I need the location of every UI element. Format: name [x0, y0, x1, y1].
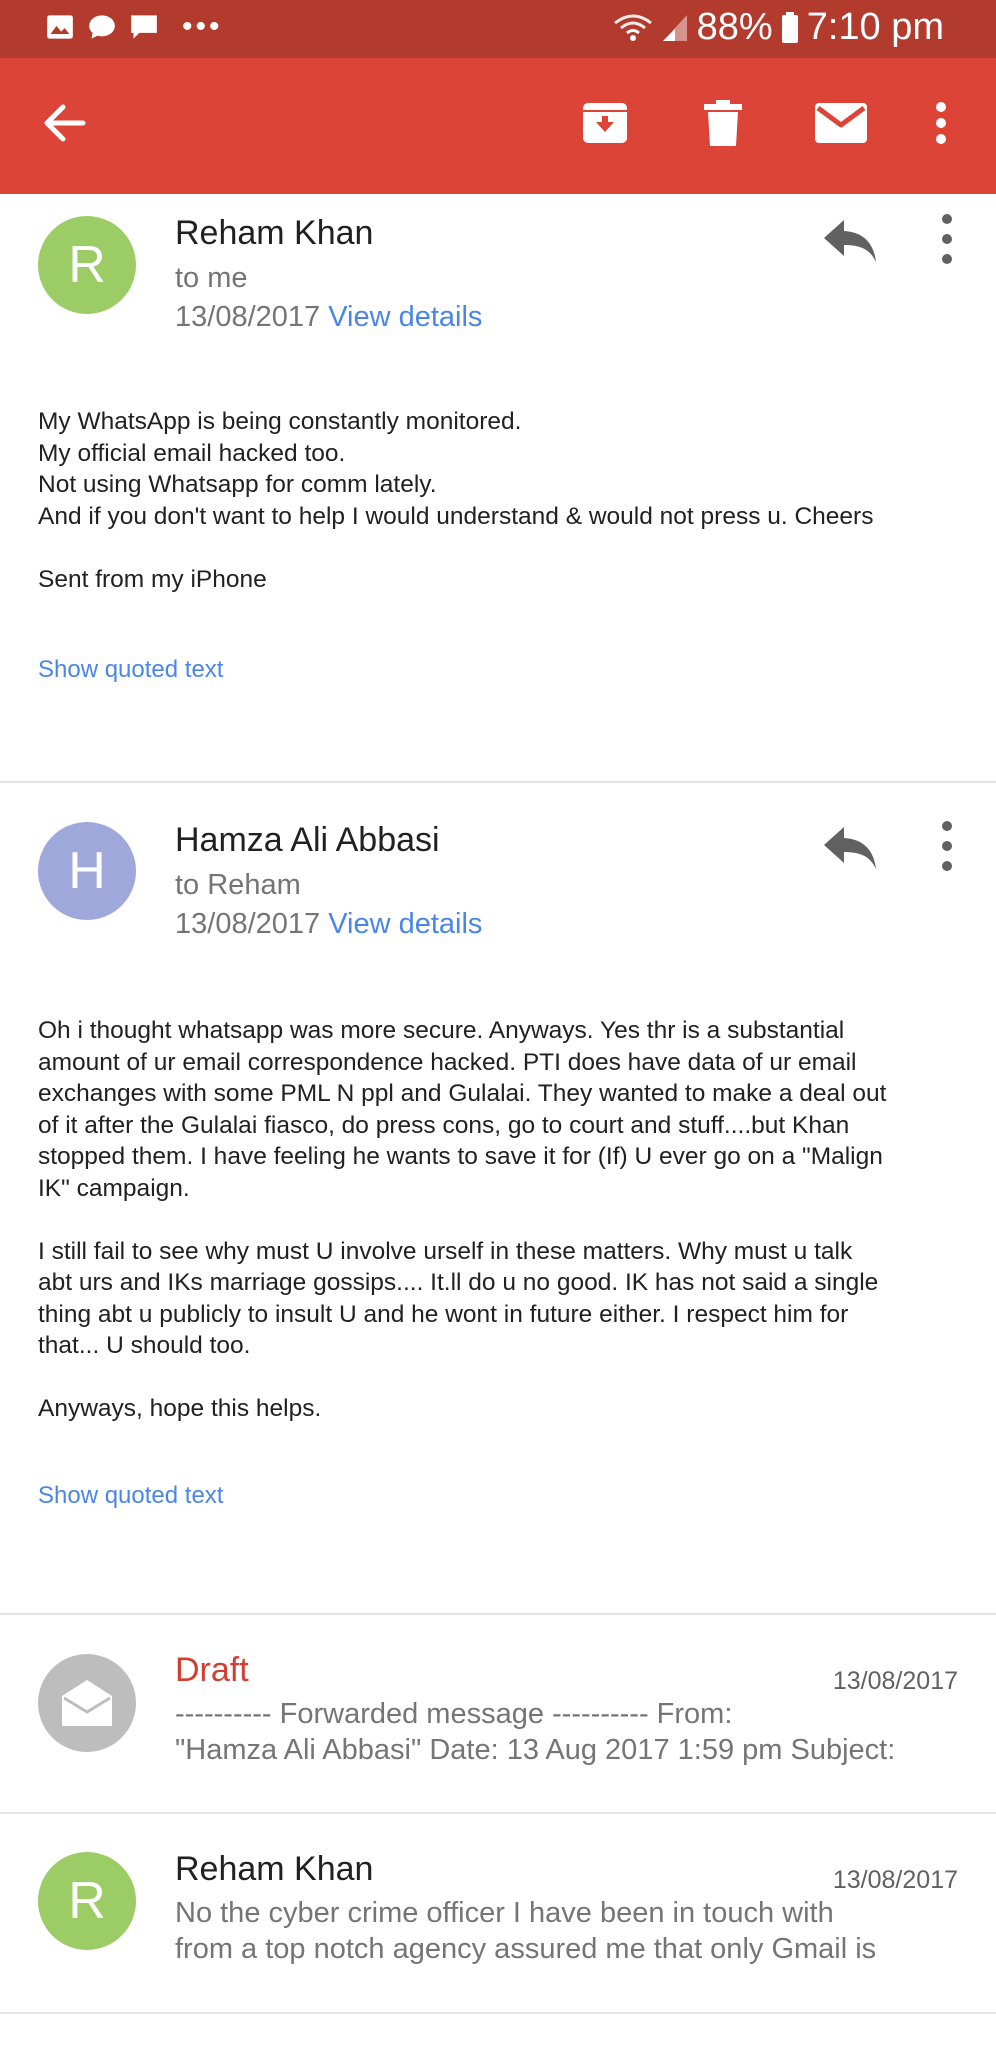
avatar: R	[38, 1852, 136, 1950]
back-arrow-icon	[44, 104, 86, 142]
delete-button[interactable]	[692, 92, 754, 154]
view-details-link[interactable]: View details	[328, 301, 482, 333]
reply-icon[interactable]	[822, 218, 878, 264]
snippet-line-1: ---------- Forwarded message ---------- …	[175, 1698, 733, 1730]
sender-name[interactable]: Reham Khan	[175, 214, 373, 253]
status-bar: ••• 88% 7:10 pm	[0, 0, 996, 58]
archive-button[interactable]	[574, 92, 636, 154]
mark-unread-button[interactable]	[810, 92, 872, 154]
sender-name[interactable]: Hamza Ali Abbasi	[175, 821, 440, 860]
message-hamza-expanded: H Hamza Ali Abbasi to Reham 13/08/2017 V…	[0, 783, 996, 1613]
more-dots-icon: •••	[182, 10, 223, 43]
message-more-icon[interactable]	[932, 821, 962, 871]
sender-name: Reham Khan	[175, 1850, 374, 1888]
battery-percent: 88%	[696, 6, 773, 48]
view-details-link[interactable]: View details	[328, 908, 482, 940]
message-more-icon[interactable]	[932, 214, 962, 264]
mark-unread-icon	[815, 103, 867, 143]
message-body: Oh i thought whatsapp was more secure. A…	[38, 1017, 887, 1422]
message-divider	[0, 2012, 996, 2014]
row-date: 13/08/2017	[832, 1866, 958, 1894]
collapsed-draft-row[interactable]: Draft 13/08/2017 ---------- Forwarded me…	[0, 1615, 996, 1812]
message-body: My WhatsApp is being constantly monitore…	[38, 408, 874, 593]
snippet-line-2: "Hamza Ali Abbasi" Date: 13 Aug 2017 1:5…	[175, 1734, 896, 1766]
chat-icon	[89, 15, 115, 39]
avatar: R	[38, 216, 136, 314]
clock: 7:10 pm	[806, 6, 944, 48]
message-date-line: 13/08/2017 View details	[175, 301, 482, 334]
avatar: H	[38, 822, 136, 920]
open-envelope-icon	[62, 1680, 112, 1726]
image-icon	[47, 15, 73, 39]
status-left-icons: •••	[46, 10, 223, 43]
overflow-menu-icon	[936, 102, 946, 144]
message-reham-expanded: R Reham Khan to me 13/08/2017 View detai…	[0, 194, 996, 782]
wifi-icon	[613, 14, 652, 41]
battery-icon	[781, 11, 798, 43]
message-date: 13/08/2017	[175, 908, 321, 940]
snippet-line-2: from a top notch agency assured me that …	[175, 1933, 877, 1965]
reply-icon[interactable]	[822, 825, 878, 871]
show-quoted-text-link[interactable]: Show quoted text	[38, 656, 223, 684]
snippet-line-1: No the cyber crime officer I have been i…	[175, 1897, 834, 1929]
status-right: 88% 7:10 pm	[613, 6, 944, 49]
message-date: 13/08/2017	[175, 301, 321, 333]
avatar	[38, 1654, 136, 1752]
recipient-line: to Reham	[175, 869, 301, 901]
show-quoted-text-link[interactable]: Show quoted text	[38, 1482, 223, 1510]
recipient-line: to me	[175, 262, 248, 294]
archive-icon	[583, 103, 627, 143]
draft-label: Draft	[175, 1651, 249, 1689]
message-icon	[131, 15, 157, 39]
row-date: 13/08/2017	[832, 1667, 958, 1695]
overflow-menu-button[interactable]	[910, 92, 972, 154]
message-date-line: 13/08/2017 View details	[175, 908, 482, 941]
app-bar	[0, 58, 996, 194]
signal-icon	[662, 14, 687, 41]
delete-icon	[704, 100, 742, 146]
back-button[interactable]	[34, 92, 96, 154]
collapsed-reham-row[interactable]: R Reham Khan 13/08/2017 No the cyber cri…	[0, 1814, 996, 2014]
